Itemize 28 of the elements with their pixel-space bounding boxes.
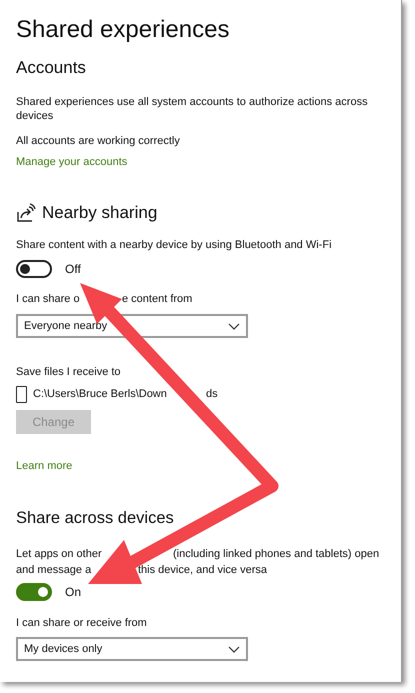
field-label: Save files I receive to	[16, 365, 122, 380]
status-text: All accounts are working correctly	[16, 134, 181, 149]
section-heading: Accounts	[16, 57, 87, 79]
toggle-label: Off	[65, 261, 81, 278]
dropdown[interactable]: My devices only	[16, 637, 248, 661]
description-text: Shared experiences use all system accounts to authorize actions across devices	[16, 95, 369, 123]
chevron-down-icon	[228, 646, 240, 652]
section-heading: Nearby sharing	[42, 202, 158, 224]
description-text: and message a	[16, 564, 92, 576]
page-title: Shared experiences	[16, 15, 230, 45]
learn-more-link[interactable]: Learn more	[16, 458, 72, 474]
dropdown[interactable]: Everyone nearby	[16, 314, 248, 338]
description-text: Let apps on other	[16, 548, 102, 560]
field-label: I can share o	[16, 293, 80, 305]
manage-accounts-link[interactable]: Manage your accounts	[16, 154, 128, 170]
toggle-label: On	[65, 584, 82, 601]
description-text: this device, and vice versa	[138, 563, 268, 578]
toggle-switch[interactable]	[16, 583, 52, 601]
folder-path: C:\Users\Bruce Berls\Down	[33, 388, 167, 400]
field-label: e content from	[122, 292, 192, 307]
field-label: I can share or receive from	[16, 616, 148, 631]
share-icon	[16, 203, 36, 223]
toggle-switch[interactable]	[16, 260, 52, 278]
section-heading: Share across devices	[16, 508, 174, 529]
chevron-down-icon	[228, 322, 240, 330]
description-text: Share content with a nearby device by using Bluetooth and Wi-Fi	[16, 238, 333, 253]
folder-path: ds	[206, 387, 218, 402]
description-text: (including linked phones and tablets) open	[173, 547, 380, 562]
